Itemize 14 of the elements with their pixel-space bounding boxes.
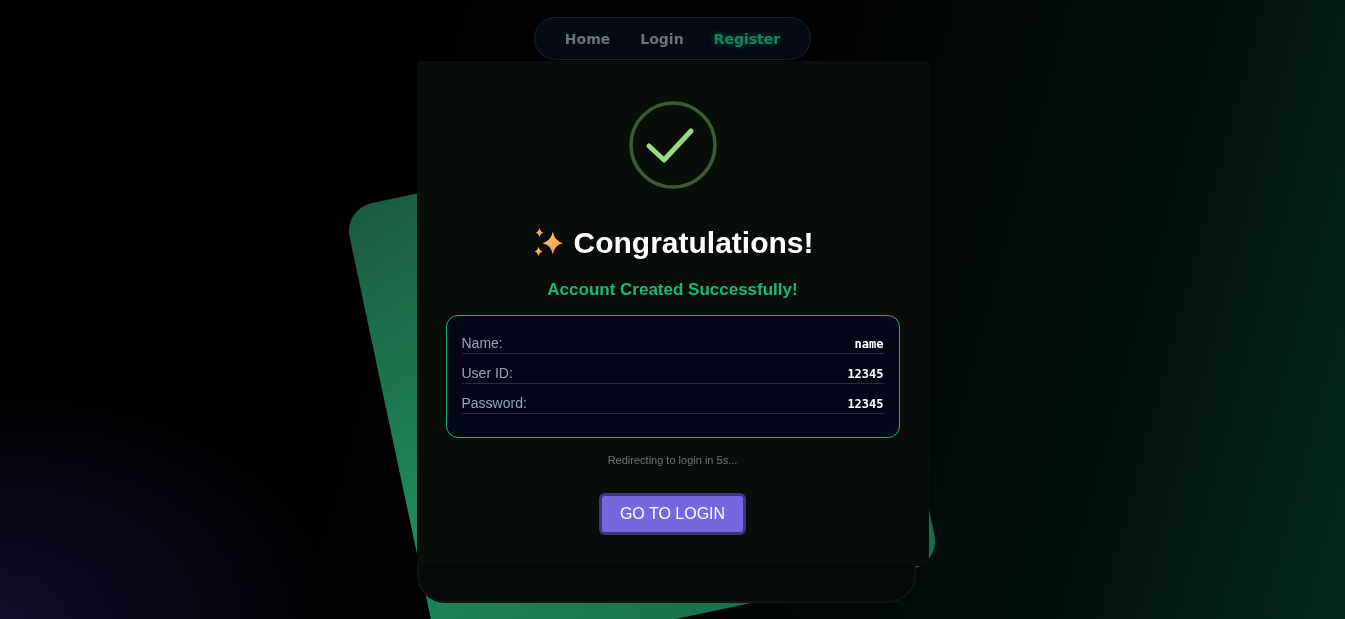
success-subtitle: Account Created Successfully! (547, 280, 798, 300)
redirect-text: Redirecting to login in 5s... (607, 454, 738, 466)
success-title: Congratulations! (573, 226, 814, 260)
detail-label: User ID: (461, 365, 513, 381)
go-to-login-button[interactable]: GO TO LOGIN (598, 493, 747, 535)
detail-value: name (854, 337, 884, 351)
nav-link[interactable]: Login (640, 30, 684, 47)
nav-link[interactable]: Home (564, 30, 611, 47)
nav-link[interactable]: Register (713, 30, 781, 47)
detail-label: Password: (461, 395, 527, 411)
check-icon (627, 100, 718, 190)
detail-value: 12345 (847, 367, 884, 381)
detail-label: Name: (461, 335, 503, 351)
detail-value: 12345 (847, 397, 884, 411)
